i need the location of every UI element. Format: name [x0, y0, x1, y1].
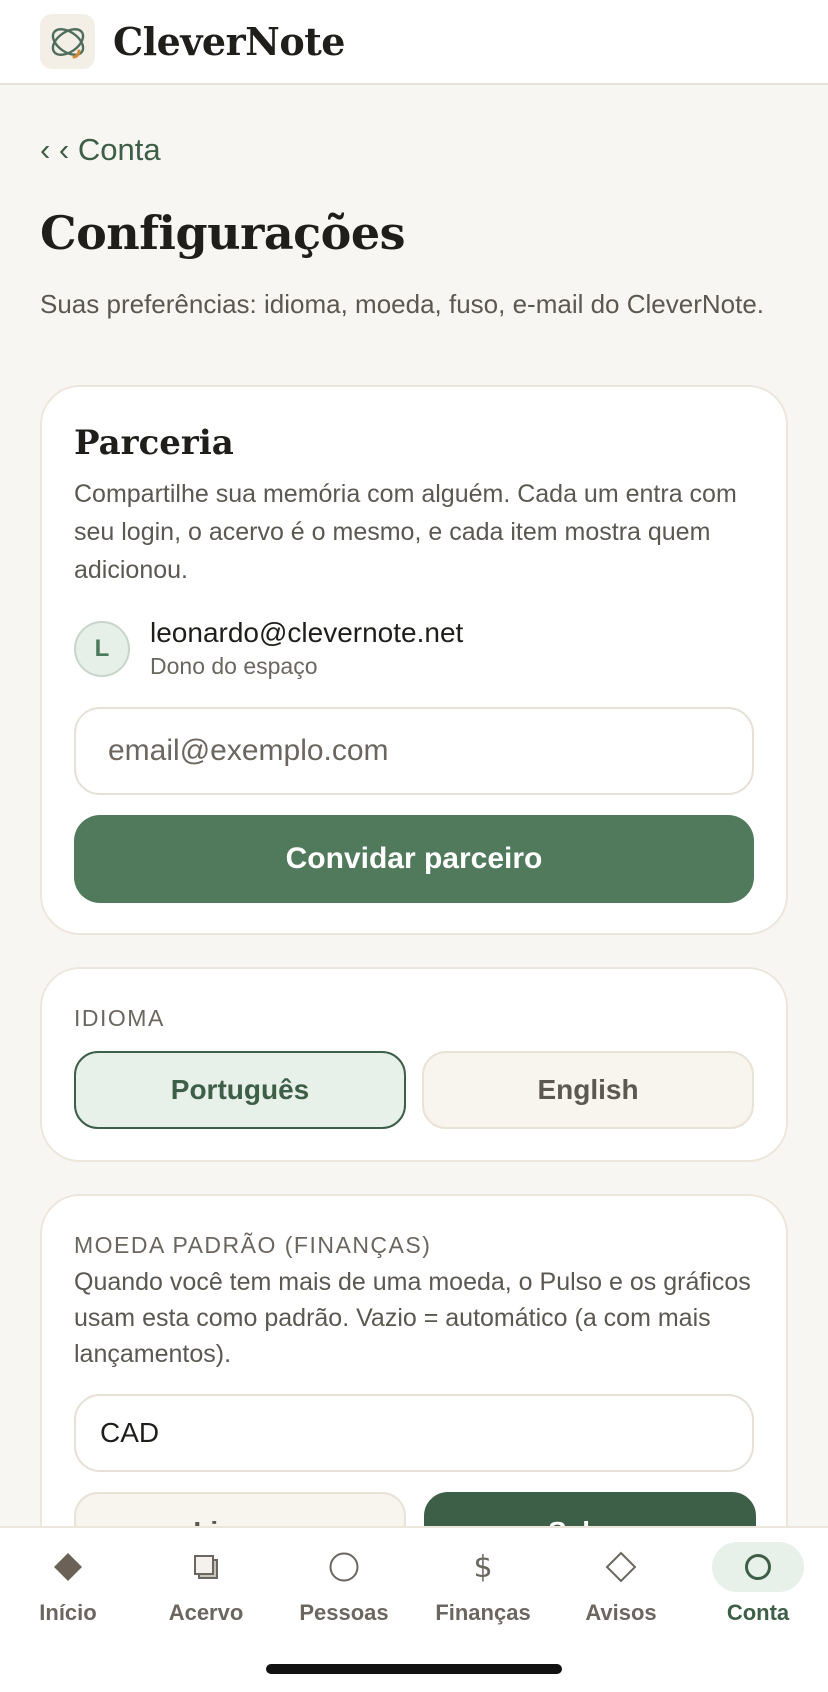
active-tab-indicator [712, 1542, 804, 1592]
logo-icon [51, 27, 84, 58]
language-option-english[interactable]: English [422, 1051, 754, 1129]
partner-title: Parceria [74, 423, 234, 463]
tab-avisos[interactable]: Avisos [559, 1542, 683, 1642]
partner-description: Compartilhe sua memória com alguém. Cada… [74, 480, 737, 584]
tab-conta[interactable]: Conta [696, 1542, 820, 1642]
tab-inicio[interactable]: Início [6, 1542, 130, 1642]
tab-label: Avisos [585, 1600, 657, 1625]
page-subtitle: Suas preferências: idioma, moeda, fuso, … [40, 289, 765, 319]
language-card: IDIOMA Português English [40, 967, 788, 1162]
diamond-outline-icon [605, 1551, 637, 1583]
circle-outline-icon [329, 1552, 359, 1582]
tab-label: Finanças [435, 1600, 531, 1625]
tab-label: Conta [726, 1600, 790, 1625]
language-label: IDIOMA [74, 1005, 165, 1031]
tab-financas[interactable]: $ Finanças [421, 1542, 545, 1642]
back-link[interactable]: ‹ ‹ Conta [40, 132, 161, 168]
language-option-portugues[interactable]: Português [74, 1051, 406, 1129]
app-header: CleverNote [0, 0, 828, 85]
dollar-icon: $ [473, 1549, 493, 1585]
diamond-filled-icon [54, 1553, 82, 1581]
partner-email-input[interactable] [74, 707, 754, 795]
owner-role: Dono do espaço [150, 653, 318, 679]
owner-row: L leonardo@clevernote.net Dono do espaço [74, 617, 463, 680]
owner-email: leonardo@clevernote.net [150, 617, 464, 648]
invite-partner-button[interactable]: Convidar parceiro [74, 815, 754, 903]
avatar: L [74, 620, 130, 677]
tab-acervo[interactable]: Acervo [144, 1542, 268, 1642]
stack-icon [194, 1555, 218, 1579]
currency-description: Quando você tem mais de uma moeda, o Pul… [74, 1268, 751, 1368]
page-title: Configurações [40, 206, 406, 260]
tab-label: Início [39, 1600, 97, 1625]
tab-label: Acervo [168, 1600, 244, 1625]
app-name: CleverNote [113, 19, 345, 64]
home-indicator [266, 1664, 562, 1674]
circle-outline-icon [745, 1554, 771, 1580]
currency-input[interactable] [74, 1394, 754, 1472]
owner-info: leonardo@clevernote.net Dono do espaço [150, 617, 463, 680]
tab-label: Pessoas [299, 1600, 389, 1625]
tab-pessoas[interactable]: Pessoas [282, 1542, 406, 1642]
partner-card: Parceria Compartilhe sua memória com alg… [40, 385, 788, 935]
app-logo [40, 14, 95, 69]
currency-label: MOEDA PADRÃO (FINANÇAS) [74, 1232, 432, 1258]
